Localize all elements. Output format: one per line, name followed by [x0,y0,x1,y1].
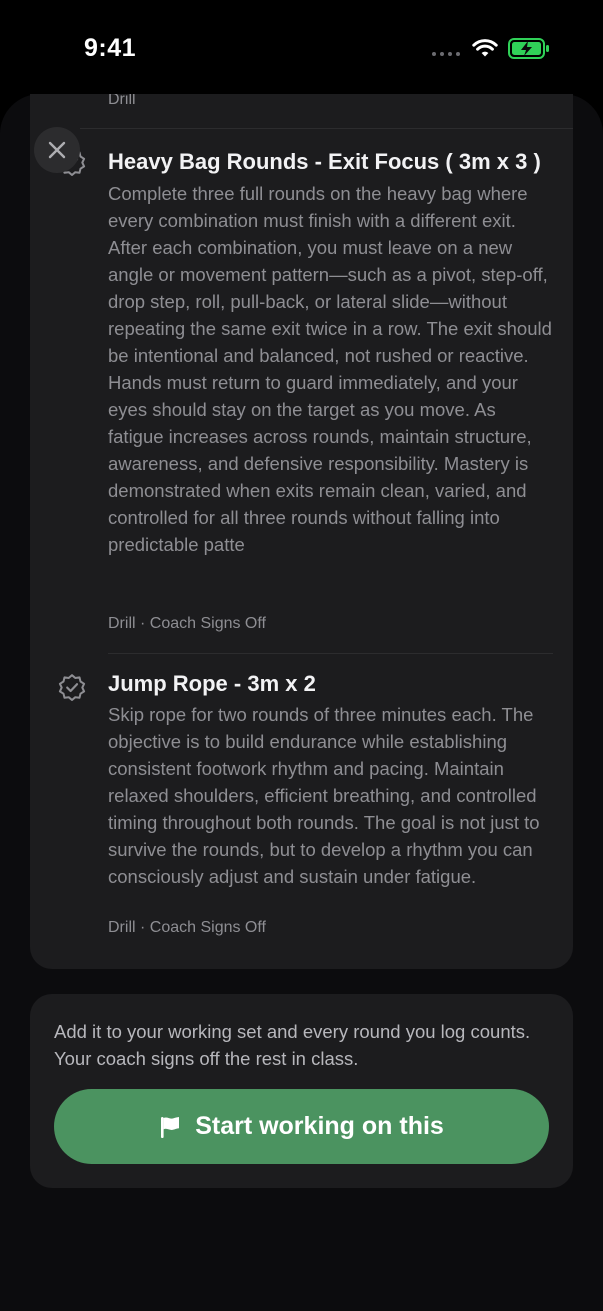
item-meta: Drill · Coach Signs Off [108,919,266,936]
previous-item-meta: Drill [108,94,136,108]
close-icon [48,141,66,159]
item-title: Heavy Bag Rounds - Exit Focus ( 3m x 3 ) [108,149,541,174]
battery-charging-icon [508,38,549,59]
wifi-icon [472,39,498,57]
close-button[interactable] [34,127,80,173]
start-working-button[interactable]: Start working on this [54,1089,549,1164]
drill-list: Drill Heavy Bag Rounds - Exit Focus ( 3m… [30,94,573,969]
check-badge-icon [58,674,86,701]
screen: 9:41 Drill Heavy Bag Rounds - Exit Focus… [0,0,603,1311]
footer-card: Add it to your working set and every rou… [30,994,573,1188]
item-title: Jump Rope - 3m x 2 [108,671,316,696]
footer-text: Add it to your working set and every rou… [54,1021,531,1069]
item-description: Skip rope for two rounds of three minute… [108,704,540,887]
signal-dots-icon [432,52,460,56]
status-time: 9:41 [84,34,137,62]
divider [80,128,573,129]
item-meta: Drill · Coach Signs Off [108,615,266,632]
divider [108,653,553,654]
flag-icon [161,1116,180,1138]
start-working-label: Start working on this [195,1112,444,1140]
status-bar: 9:41 [0,0,603,92]
item-description: Complete three full rounds on the heavy … [108,183,552,555]
